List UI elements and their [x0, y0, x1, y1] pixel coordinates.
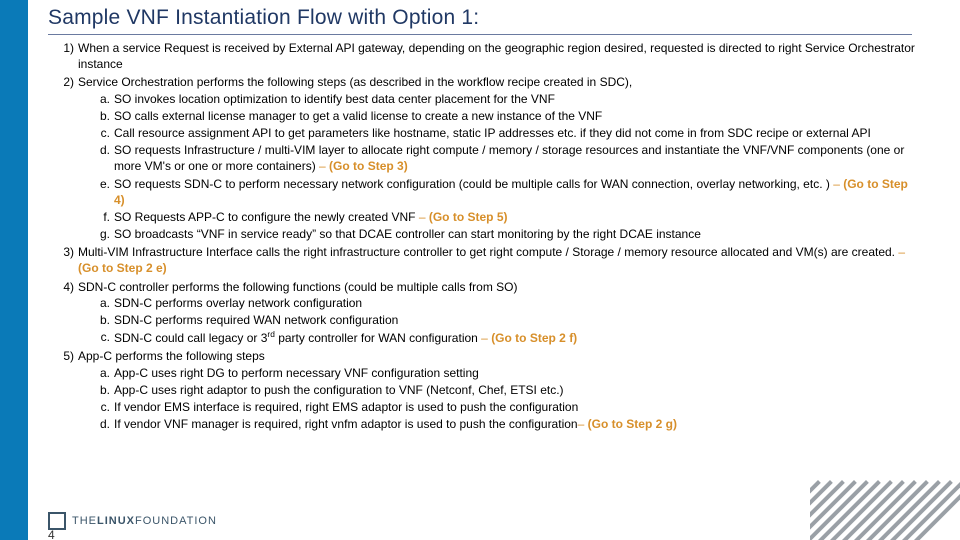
corner-stripes-decoration: [810, 480, 960, 540]
sub-step-item: SO Requests APP-C to configure the newly…: [106, 209, 918, 225]
sub-step-item: SO calls external license manager to get…: [106, 108, 918, 124]
footer-brand: THELINUXFOUNDATION: [48, 512, 217, 530]
sub-step-item: SDN-C performs overlay network configura…: [106, 295, 918, 311]
sub-step-item: App-C uses right adaptor to push the con…: [106, 382, 918, 398]
sub-step-text: SO Requests APP-C to configure the newly…: [114, 210, 419, 224]
step-text: Service Orchestration performs the follo…: [78, 75, 632, 89]
sub-step-text: SDN-C performs overlay network configura…: [114, 296, 362, 310]
goto-ref: (Go to Step 3): [329, 159, 408, 173]
step-item: SDN-C controller performs the following …: [68, 279, 918, 347]
goto-ref: (Go to Step 5): [429, 210, 508, 224]
slide-title: Sample VNF Instantiation Flow with Optio…: [48, 6, 479, 30]
sub-step-text: If vendor VNF manager is required, right…: [114, 417, 578, 431]
goto-ref: (Go to Step 2 f): [491, 331, 577, 345]
sub-step-item: SDN-C performs required WAN network conf…: [106, 312, 918, 328]
step-text: SDN-C controller performs the following …: [78, 280, 518, 294]
sub-step-item: Call resource assignment API to get para…: [106, 125, 918, 141]
step-text: When a service Request is received by Ex…: [78, 41, 915, 71]
page-number: 4: [48, 528, 55, 540]
sub-step-text: SDN-C performs required WAN network conf…: [114, 313, 398, 327]
step-item: App-C performs the following steps App-C …: [68, 348, 918, 432]
sub-step-text: SO calls external license manager to get…: [114, 109, 602, 123]
sub-step-item: SDN-C could call legacy or 3rd party con…: [106, 329, 918, 346]
sub-step-item: SO requests SDN-C to perform necessary n…: [106, 176, 918, 208]
numbered-steps: When a service Request is received by Ex…: [48, 40, 918, 432]
sub-step-text: SO broadcasts “VNF in service ready” so …: [114, 227, 701, 241]
footer-brand-text: THELINUXFOUNDATION: [72, 515, 217, 527]
sub-step-text: App-C uses right adaptor to push the con…: [114, 383, 564, 397]
sub-step-text: SO invokes location optimization to iden…: [114, 92, 555, 106]
step-item: Multi-VIM Infrastructure Interface calls…: [68, 244, 918, 276]
sub-step-text: SO requests Infrastructure / multi-VIM l…: [114, 143, 904, 173]
sub-step-text: SO requests SDN-C to perform necessary n…: [114, 177, 833, 191]
sub-step-item: If vendor VNF manager is required, right…: [106, 416, 918, 432]
sub-step-item: If vendor EMS interface is required, rig…: [106, 399, 918, 415]
left-accent-bar: [0, 0, 28, 540]
sub-step-text: SDN-C could call legacy or 3rd party con…: [114, 331, 481, 345]
title-underline: [48, 34, 912, 35]
sub-step-text: Call resource assignment API to get para…: [114, 126, 871, 140]
step-item: When a service Request is received by Ex…: [68, 40, 918, 72]
sub-steps: App-C uses right DG to perform necessary…: [78, 365, 918, 433]
sub-step-item: SO broadcasts “VNF in service ready” so …: [106, 226, 918, 242]
sub-step-item: App-C uses right DG to perform necessary…: [106, 365, 918, 381]
sub-steps: SDN-C performs overlay network configura…: [78, 295, 918, 347]
sub-step-text: App-C uses right DG to perform necessary…: [114, 366, 479, 380]
sub-step-item: SO requests Infrastructure / multi-VIM l…: [106, 142, 918, 174]
sub-step-item: SO invokes location optimization to iden…: [106, 91, 918, 107]
sub-step-text: If vendor EMS interface is required, rig…: [114, 400, 578, 414]
sub-steps: SO invokes location optimization to iden…: [78, 91, 918, 243]
body-content: When a service Request is received by Ex…: [48, 40, 918, 434]
step-text: Multi-VIM Infrastructure Interface calls…: [78, 245, 898, 259]
goto-ref: (Go to Step 2 e): [78, 261, 167, 275]
goto-ref: (Go to Step 2 g): [588, 417, 677, 431]
step-text: App-C performs the following steps: [78, 349, 265, 363]
step-item: Service Orchestration performs the follo…: [68, 74, 918, 242]
